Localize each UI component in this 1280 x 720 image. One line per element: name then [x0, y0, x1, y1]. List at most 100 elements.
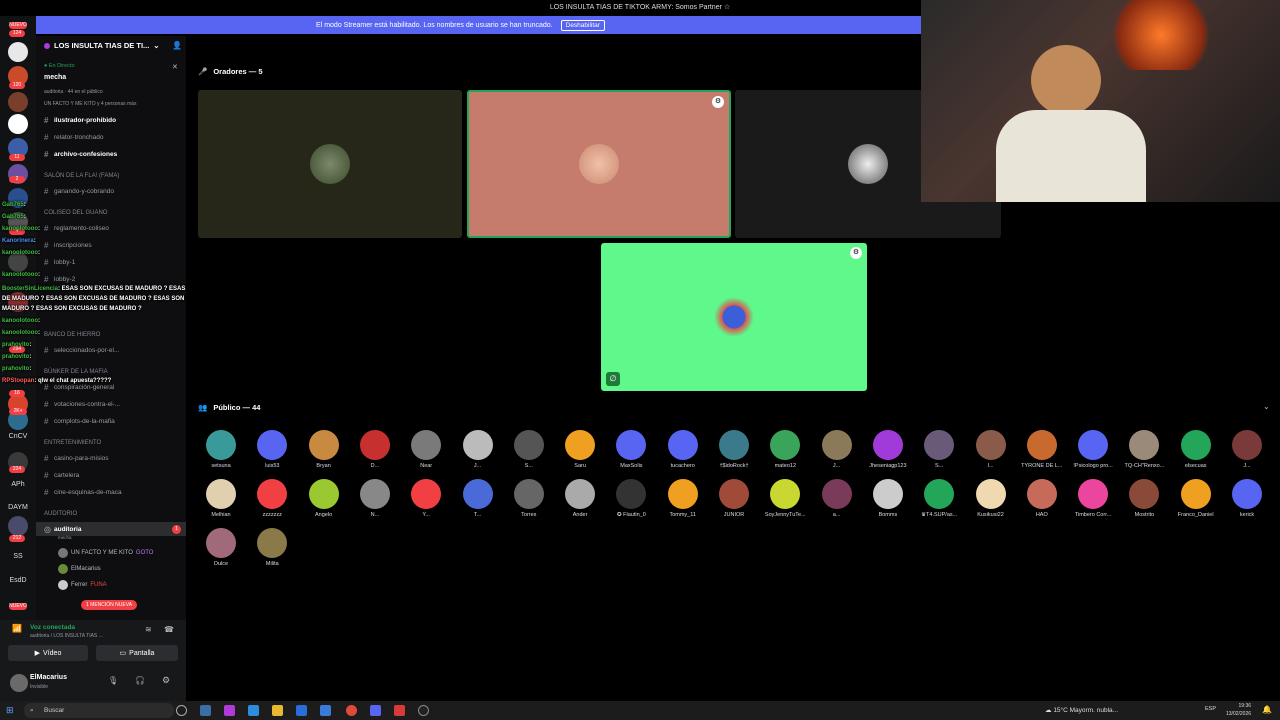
audience-member[interactable]: Near — [403, 430, 449, 469]
app-icon[interactable] — [418, 705, 429, 716]
speaker-tile-speaking[interactable]: ⚙ — [467, 90, 731, 238]
audience-member[interactable]: Torres — [506, 479, 552, 518]
add-user-icon[interactable]: 👤 — [172, 41, 182, 50]
windows-start-icon[interactable]: ⊞ — [6, 705, 14, 716]
category-auditorio[interactable]: AUDITORIO — [36, 507, 186, 521]
audience-member[interactable]: SoyJennyTuTe... — [762, 479, 808, 518]
app-icon[interactable] — [296, 705, 307, 716]
voice-user[interactable]: Ferrer FUNA — [58, 578, 107, 592]
audience-member[interactable]: MaxSolis — [608, 430, 654, 469]
audience-member[interactable]: S... — [916, 430, 962, 469]
app-icon[interactable] — [320, 705, 331, 716]
clock[interactable]: 19:36 13/02/2026 — [1226, 702, 1251, 718]
taskview-icon[interactable] — [176, 705, 187, 716]
audience-member[interactable]: J... — [1224, 430, 1270, 469]
audience-member[interactable]: T... — [455, 479, 501, 518]
audience-member[interactable]: tucachero — [660, 430, 706, 469]
audience-member[interactable]: D... — [352, 430, 398, 469]
audience-member[interactable]: JUNIOR — [711, 479, 757, 518]
audience-member[interactable]: Mostrito — [1121, 479, 1167, 518]
headphones-icon[interactable]: 🎧 — [135, 676, 145, 685]
close-icon[interactable]: ✕ — [172, 63, 178, 71]
disable-streamer-button[interactable]: Deshabilitar — [560, 19, 605, 31]
server-icon[interactable] — [8, 114, 28, 134]
channel-item[interactable]: # ilustrador-prohibido — [36, 113, 186, 127]
channel-item[interactable]: # casino-para-misios — [36, 451, 186, 465]
speaker-tile[interactable]: ⚙ ∅ — [601, 243, 867, 391]
audience-member[interactable]: Angelo — [301, 479, 347, 518]
screen-share-button[interactable]: ▭ Pantalla — [96, 645, 178, 661]
server-icon[interactable] — [8, 42, 28, 62]
audience-member[interactable]: S... — [506, 430, 552, 469]
audience-member[interactable]: ✪ Flautin_0 — [608, 479, 654, 518]
audience-member[interactable]: ♛T4.SUP/as... — [916, 479, 962, 518]
audience-member[interactable]: J... — [455, 430, 501, 469]
speaker-tile[interactable] — [198, 90, 462, 238]
chrome-icon[interactable] — [346, 705, 357, 716]
channel-item[interactable]: # complots-de-la-mafia — [36, 414, 186, 428]
audience-member[interactable]: TQ-CH"Renxo... — [1121, 430, 1167, 469]
server-label[interactable]: CnCV — [0, 433, 36, 440]
audience-member[interactable]: a... — [814, 479, 860, 518]
voice-location[interactable]: auditoria / LOS INSULTA TIAS ... — [30, 633, 103, 639]
audience-member[interactable]: TYRONE DE L... — [1019, 430, 1065, 469]
disconnect-icon[interactable]: ☎ — [164, 625, 174, 634]
audience-member[interactable]: Franco_Daniel — [1173, 479, 1219, 518]
audience-member[interactable]: Dulce — [198, 528, 244, 567]
gear-icon[interactable]: ⚙ — [162, 675, 170, 686]
audience-member[interactable]: !Psicologo pro... — [1070, 430, 1116, 469]
audience-member[interactable]: elsecuas — [1173, 430, 1219, 469]
audience-member[interactable]: Bomms — [865, 479, 911, 518]
audience-member[interactable]: Jheseniagp123 — [865, 430, 911, 469]
server-label[interactable]: EsdD — [0, 577, 36, 584]
audience-member[interactable]: Timbero Corr... — [1070, 479, 1116, 518]
audience-member[interactable]: kerick — [1224, 479, 1270, 518]
weather-widget[interactable]: ☁ 15°C Mayorm. nubla... — [1045, 706, 1118, 714]
server-header[interactable]: LOS INSULTA TIAS DE TI... ⌄ — [44, 41, 160, 50]
channel-item[interactable]: # ganando-y-cobrando — [36, 184, 186, 198]
app-icon[interactable] — [224, 705, 235, 716]
server-icon[interactable] — [8, 516, 28, 536]
audience-member[interactable]: Tommy_11 — [660, 479, 706, 518]
audience-member[interactable]: zzzzzzz — [249, 479, 295, 518]
folder-icon[interactable] — [272, 705, 283, 716]
chevron-down-icon[interactable]: ⌄ — [1263, 402, 1270, 411]
audience-member[interactable]: HAO — [1019, 479, 1065, 518]
channel-item[interactable]: # cine-esquinas-de-maca — [36, 485, 186, 499]
audience-member[interactable]: Y... — [403, 479, 449, 518]
audience-member[interactable]: luis53 — [249, 430, 295, 469]
audience-member[interactable]: Bryan — [301, 430, 347, 469]
server-label[interactable]: DAYM — [0, 504, 36, 511]
audience-member[interactable]: Kusikusi22 — [968, 479, 1014, 518]
voice-user[interactable]: ElMacarius — [58, 562, 101, 576]
notification-icon[interactable]: 🔔 — [1262, 705, 1272, 714]
category-entretenimiento[interactable]: ENTRETENIMIENTO — [36, 436, 186, 450]
server-label[interactable]: APh — [0, 481, 36, 488]
app-icon[interactable] — [394, 705, 405, 716]
app-icon[interactable] — [200, 705, 211, 716]
channel-item[interactable]: # relator-tronchado — [36, 130, 186, 144]
audience-member[interactable]: setsuna — [198, 430, 244, 469]
noise-icon[interactable]: ≋ — [145, 625, 152, 634]
voice-user[interactable]: UN FACTO Y ME KITO GOTO — [58, 546, 153, 560]
stage-channel-auditoria[interactable]: ◎ auditoria — [36, 522, 186, 536]
audience-member[interactable]: mateo12 — [762, 430, 808, 469]
category-salon[interactable]: SALÓN DE LA FLA! (FAMA) — [36, 169, 186, 183]
audience-member[interactable]: Milita — [249, 528, 295, 567]
audience-member[interactable]: I... — [968, 430, 1014, 469]
audience-member[interactable]: Ander — [557, 479, 603, 518]
audience-member[interactable]: †$idoRock† — [711, 430, 757, 469]
audience-member[interactable]: Saru — [557, 430, 603, 469]
language-indicator[interactable]: ESP — [1205, 706, 1216, 712]
taskbar-search[interactable]: ⌕ Buscar — [24, 703, 174, 718]
server-icon[interactable] — [8, 92, 28, 112]
edge-icon[interactable] — [248, 705, 259, 716]
mention-pill[interactable]: 1 MENCIÓN NUEVA — [81, 600, 138, 610]
channel-item[interactable]: # cartelera — [36, 468, 186, 482]
audience-member[interactable]: J... — [814, 430, 860, 469]
channel-item[interactable]: # archivo-confesiones — [36, 147, 186, 161]
video-button[interactable]: ▶ Vídeo — [8, 645, 88, 661]
audience-member[interactable]: N... — [352, 479, 398, 518]
avatar[interactable] — [10, 674, 28, 692]
discord-icon[interactable] — [370, 705, 381, 716]
